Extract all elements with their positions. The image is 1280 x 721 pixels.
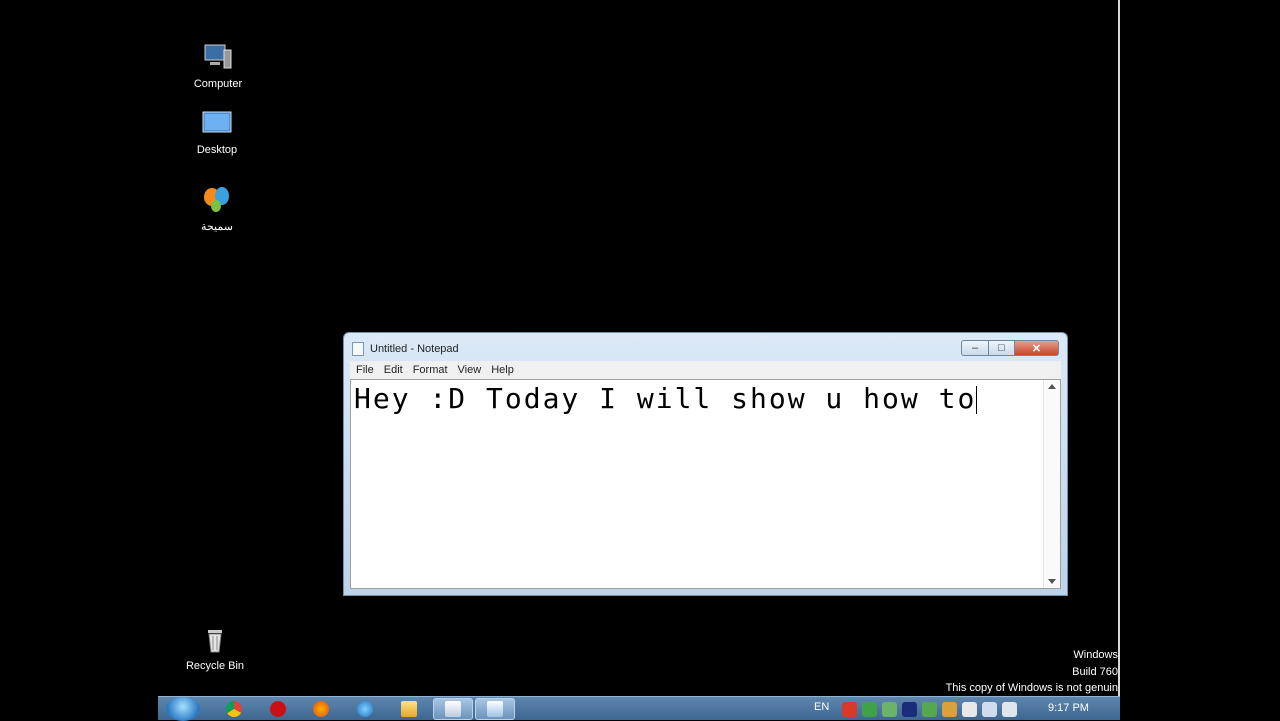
flag-icon[interactable] — [962, 702, 977, 717]
maximize-button[interactable]: □ — [989, 340, 1015, 356]
watermark-line-3: This copy of Windows is not genuin — [945, 682, 1118, 694]
volume-icon[interactable] — [1002, 702, 1017, 717]
system-tray — [842, 702, 1017, 717]
desktop-icon-label: Computer — [193, 78, 243, 90]
desktop-icon-label: سميحة — [201, 221, 233, 233]
close-button[interactable]: ✕ — [1015, 340, 1059, 356]
chrome-icon — [226, 701, 242, 717]
tray-app-2-icon[interactable] — [862, 702, 877, 717]
screen: Computer Desktop سميحة Recycle Bin Windo… — [0, 0, 1280, 721]
taskbar-notepad-pinned[interactable] — [433, 698, 473, 720]
desktop-icon-label: Desktop — [196, 144, 238, 156]
tray-app-6-icon[interactable] — [942, 702, 957, 717]
desktop-folder-icon — [201, 108, 233, 140]
menu-help[interactable]: Help — [491, 364, 514, 376]
network-icon[interactable] — [982, 702, 997, 717]
taskbar-internet-explorer[interactable] — [345, 698, 385, 720]
editor-text-line: Hey :D Today I will show u how to — [354, 382, 978, 415]
taskbar-explorer[interactable] — [389, 698, 429, 720]
tray-app-3-icon[interactable] — [882, 702, 897, 717]
tray-app-4-icon[interactable] — [902, 702, 917, 717]
text-caret — [976, 386, 978, 414]
notepad-icon — [352, 342, 364, 356]
vertical-scrollbar[interactable] — [1043, 380, 1060, 588]
firefox-icon — [313, 701, 329, 717]
notepad-icon — [445, 701, 461, 717]
taskbar-opera[interactable] — [258, 698, 298, 720]
minimize-button[interactable]: – — [961, 340, 989, 356]
tray-app-5-icon[interactable] — [922, 702, 937, 717]
taskbar-firefox[interactable] — [301, 698, 341, 720]
tray-app-1-icon[interactable] — [842, 702, 857, 717]
menu-edit[interactable]: Edit — [384, 364, 403, 376]
screen-edge-line — [1118, 0, 1120, 696]
msn-butterfly-icon — [201, 184, 233, 216]
window-title: Untitled - Notepad — [370, 343, 459, 355]
menu-bar: File Edit Format View Help — [350, 361, 1061, 379]
notepad-titlebar[interactable]: Untitled - Notepad — [352, 341, 459, 357]
recycle-bin-icon — [199, 624, 231, 656]
desktop-icon-desktop[interactable]: Desktop — [177, 108, 257, 156]
menu-format[interactable]: Format — [413, 364, 448, 376]
watermark-line-1: Windows — [1073, 649, 1118, 661]
desktop-icon-msn[interactable]: سميحة — [177, 184, 257, 233]
watermark-line-2: Build 760 — [1072, 666, 1118, 678]
start-button[interactable] — [166, 697, 200, 721]
explorer-icon — [401, 701, 417, 717]
desktop-icon-recycle-bin[interactable]: Recycle Bin — [175, 624, 255, 672]
internet-explorer-icon — [357, 701, 373, 717]
desktop-icon-computer[interactable]: Computer — [178, 42, 258, 90]
taskbar-notepad-window[interactable] — [475, 698, 515, 720]
notepad-window[interactable]: Untitled - Notepad – □ ✕ File Edit Forma… — [343, 332, 1068, 596]
clock[interactable]: 9:17 PM — [1048, 702, 1089, 714]
taskbar-chrome[interactable] — [214, 698, 254, 720]
opera-icon — [270, 701, 286, 717]
desktop-icon-label: Recycle Bin — [185, 660, 245, 672]
window-controls: – □ ✕ — [961, 340, 1059, 356]
scroll-up-arrow-icon[interactable] — [1048, 384, 1056, 389]
editor-content: Hey :D Today I will show u how to — [354, 382, 977, 415]
language-indicator[interactable]: EN — [814, 701, 829, 713]
menu-file[interactable]: File — [356, 364, 374, 376]
menu-view[interactable]: View — [458, 364, 482, 376]
scroll-down-arrow-icon[interactable] — [1048, 579, 1056, 584]
taskbar: EN 9:17 PM — [158, 696, 1120, 721]
text-editor[interactable]: Hey :D Today I will show u how to — [350, 379, 1061, 589]
computer-icon — [202, 42, 234, 74]
notepad-active-icon — [487, 701, 503, 717]
